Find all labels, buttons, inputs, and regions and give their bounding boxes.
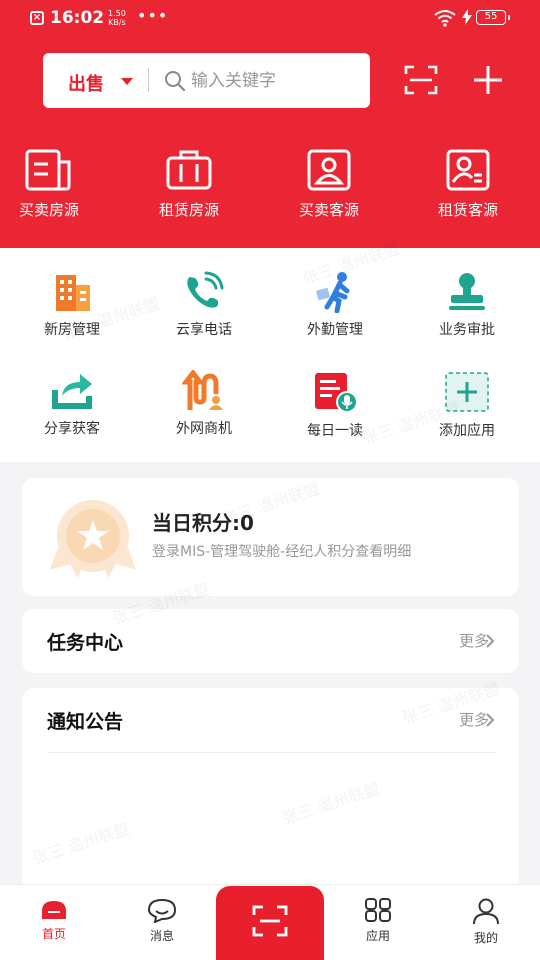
search-input[interactable] [191, 67, 361, 95]
daily-read-icon [315, 373, 358, 413]
function-label: 云享电话 [176, 322, 232, 338]
chevron-right-icon[interactable] [485, 712, 495, 728]
func-daily-read[interactable]: 每日一读 [275, 370, 395, 450]
tab-label: 消息 [149, 929, 174, 943]
phone-icon [187, 271, 224, 308]
task-center-title: 任务中心 [47, 632, 124, 654]
notification-close-icon: × [30, 11, 44, 25]
func-cloud-phone[interactable]: 云享电话 [144, 271, 264, 351]
function-label: 分享获客 [44, 421, 100, 437]
search-bar[interactable]: 出售 [43, 53, 370, 108]
points-title: 当日积分:0 [152, 511, 254, 535]
charging-icon [462, 9, 472, 25]
tab-home[interactable]: 首页 [19, 897, 89, 942]
profile-icon [473, 898, 499, 925]
more-dots: ••• [137, 6, 169, 25]
tab-label: 应用 [365, 929, 390, 943]
caret-down-icon[interactable] [121, 78, 133, 85]
apps-icon [365, 898, 391, 922]
walking-person-icon [316, 272, 350, 313]
func-new-house[interactable]: 新房管理 [12, 271, 132, 351]
function-label: 每日一读 [307, 423, 363, 439]
points-card[interactable]: 当日积分:0 登录MIS-管理驾驶舱-经纪人积分查看明细 [22, 478, 519, 596]
person-card-icon [307, 149, 351, 191]
network-speed-value: 1.50 [108, 9, 126, 18]
network-opportunity-icon [182, 370, 223, 410]
add-app-icon [445, 372, 489, 412]
notice-card: 通知公告 更多 [22, 688, 519, 888]
network-speed: 1.50 KB/s [108, 9, 126, 27]
status-bar: × 16:02 1.50 KB/s ••• 55 [0, 0, 540, 36]
tab-apps[interactable]: 应用 [343, 897, 413, 944]
scan-icon[interactable] [404, 64, 438, 96]
func-web-opportunity[interactable]: 外网商机 [144, 370, 264, 450]
function-label: 添加应用 [439, 423, 495, 439]
plus-icon[interactable] [472, 64, 504, 96]
func-add-app[interactable]: 添加应用 [407, 370, 527, 450]
category-rent-listings[interactable]: 租赁房源 [129, 148, 249, 223]
person-card-lines-icon [446, 149, 490, 191]
function-label: 外网商机 [176, 421, 232, 437]
search-type-dropdown[interactable]: 出售 [68, 70, 104, 96]
divider [47, 752, 497, 753]
battery-icon: 55 [476, 10, 510, 25]
function-label: 新房管理 [44, 322, 100, 338]
category-label: 买卖客源 [298, 201, 359, 219]
chevron-right-icon[interactable] [485, 633, 495, 649]
task-center-card: 任务中心 更多 [22, 609, 519, 673]
tab-profile[interactable]: 我的 [451, 897, 521, 946]
func-field-work[interactable]: 外勤管理 [275, 271, 395, 351]
points-description: 登录MIS-管理驾驶舱-经纪人积分查看明细 [152, 544, 412, 560]
message-icon [147, 898, 177, 923]
building-icon [56, 275, 90, 311]
tab-label: 我的 [473, 931, 498, 945]
wifi-icon [434, 10, 456, 27]
func-share-clients[interactable]: 分享获客 [12, 370, 132, 450]
scan-button[interactable] [216, 886, 324, 960]
category-rent-clients[interactable]: 租赁客源 [408, 148, 528, 223]
function-label: 外勤管理 [307, 322, 363, 338]
category-label: 租赁客源 [437, 201, 498, 219]
stamp-icon [449, 273, 485, 310]
medal-icon [50, 500, 136, 578]
tab-messages[interactable]: 消息 [127, 897, 197, 944]
category-label: 买卖房源 [18, 201, 79, 219]
category-label: 租赁房源 [158, 201, 219, 219]
tab-label: 首页 [41, 927, 66, 941]
category-sale-clients[interactable]: 买卖客源 [269, 148, 389, 223]
function-label: 业务审批 [439, 322, 495, 338]
status-time: 16:02 [50, 8, 105, 28]
scan-icon [252, 905, 288, 937]
search-icon [165, 71, 186, 92]
home-icon [42, 901, 66, 919]
func-approval[interactable]: 业务审批 [407, 271, 527, 351]
document-icon [25, 149, 71, 191]
notice-title: 通知公告 [47, 711, 124, 733]
share-icon [52, 374, 92, 409]
briefcase-icon [166, 150, 212, 190]
network-speed-unit: KB/s [108, 18, 126, 27]
search-divider [148, 68, 149, 92]
category-sale-listings[interactable]: 买卖房源 [0, 148, 109, 223]
